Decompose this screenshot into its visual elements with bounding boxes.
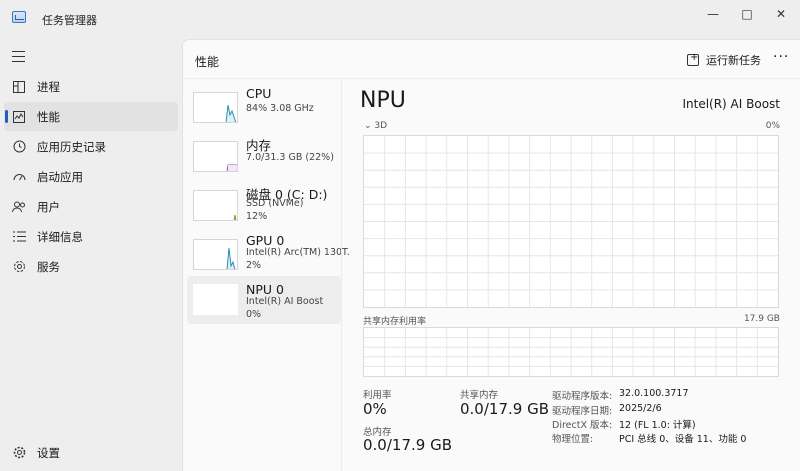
sidebar-item-app-history[interactable]: 应用历史记录 <box>4 132 178 161</box>
shared-memory-graph <box>363 327 779 377</box>
sidebar-item-label: 进程 <box>37 79 60 94</box>
details-icon <box>12 230 26 244</box>
app-title: 任务管理器 <box>42 14 97 27</box>
settings-label: 设置 <box>37 445 60 460</box>
performance-icon <box>12 110 26 124</box>
device-name: GPU 0 <box>246 233 285 248</box>
run-task-icon <box>687 52 699 66</box>
title-bar: 任务管理器 — □ ✕ <box>0 0 800 38</box>
run-new-task-button[interactable]: 运行新任务 <box>687 52 761 68</box>
performance-panel: 性能 运行新任务 ··· CPU 84% 3.08 GHz 内存 7.0/31.… <box>182 39 800 471</box>
header-divider <box>183 78 800 79</box>
cpu-thumbnail-graph <box>193 92 238 123</box>
sidebar-item-processes[interactable]: 进程 <box>4 72 178 101</box>
shared-memory-value: 0.0/17.9 GB <box>460 400 549 418</box>
minimize-button[interactable]: — <box>696 0 730 28</box>
physical-location-value: PCI 总线 0、设备 11、功能 0 <box>619 434 747 445</box>
utilization-value: 0% <box>363 400 387 418</box>
device-detail: 84% 3.08 GHz <box>246 103 314 114</box>
sidebar-item-settings[interactable]: 设置 <box>4 438 178 468</box>
hamburger-menu-icon[interactable] <box>12 51 25 62</box>
chart-max-label: 0% <box>765 121 780 131</box>
engine-selector[interactable]: ⌄ 3D <box>364 121 387 131</box>
sidebar-item-label: 服务 <box>37 259 60 274</box>
sidebar-item-performance[interactable]: 性能 <box>4 102 178 131</box>
device-item-memory[interactable]: 内存 7.0/31.3 GB (22%) <box>187 129 341 177</box>
shared-memory-chart-label: 共享内存利用率 <box>363 317 427 327</box>
sidebar-item-details[interactable]: 详细信息 <box>4 222 178 251</box>
device-name: CPU <box>246 86 272 101</box>
sidebar-item-label: 启动应用 <box>37 169 83 184</box>
sidebar-item-label: 性能 <box>37 109 60 124</box>
device-detail: Intel(R) Arc(TM) 130T. <box>246 247 350 258</box>
device-model-name: Intel(R) AI Boost <box>682 97 780 111</box>
services-icon <box>12 260 26 274</box>
startup-icon <box>12 170 26 184</box>
directx-version-key: DirectX 版本: <box>552 420 613 431</box>
device-detail: 7.0/31.3 GB (22%) <box>246 152 334 163</box>
page-title: 性能 <box>195 55 220 69</box>
gear-icon <box>12 446 26 460</box>
directx-version-value: 12 (FL 1.0: 计算) <box>619 420 696 431</box>
device-detail: Intel(R) AI Boost <box>246 296 324 307</box>
detail-divider <box>341 80 342 471</box>
device-item-npu[interactable]: NPU 0 Intel(R) AI Boost 0% <box>187 276 341 324</box>
driver-date-key: 驱动程序日期: <box>552 406 613 417</box>
run-new-task-label: 运行新任务 <box>706 54 761 67</box>
sidebar-item-users[interactable]: 用户 <box>4 192 178 221</box>
device-name: NPU 0 <box>246 282 284 297</box>
maximize-button[interactable]: □ <box>730 0 764 28</box>
device-usage: 0% <box>246 309 262 320</box>
sidebar-item-startup[interactable]: 启动应用 <box>4 162 178 191</box>
users-icon <box>12 200 26 214</box>
more-options-button[interactable]: ··· <box>773 49 789 65</box>
sidebar-item-label: 用户 <box>37 199 60 214</box>
driver-date-value: 2025/2/6 <box>619 403 662 414</box>
device-usage: 12% <box>246 211 268 222</box>
device-item-cpu[interactable]: CPU 84% 3.08 GHz <box>187 80 341 128</box>
npu-thumbnail-graph <box>193 284 238 315</box>
npu-utilization-graph <box>363 135 779 308</box>
processes-icon <box>12 80 26 94</box>
device-list: CPU 84% 3.08 GHz 内存 7.0/31.3 GB (22%) 磁盘… <box>187 80 350 325</box>
total-memory-value: 0.0/17.9 GB <box>363 436 452 454</box>
driver-version-key: 驱动程序版本: <box>552 391 613 402</box>
shared-memory-label: 共享内存 <box>460 390 499 401</box>
memory-thumbnail-graph <box>193 141 238 172</box>
gpu-thumbnail-graph <box>193 239 238 270</box>
app-history-icon <box>12 140 26 154</box>
sidebar-item-label: 详细信息 <box>37 229 83 244</box>
device-detail: SSD (NVMe) <box>246 198 304 209</box>
shared-memory-max-label: 17.9 GB <box>743 314 780 324</box>
device-item-disk[interactable]: 磁盘 0 (C: D:) SSD (NVMe) 12% <box>187 178 341 226</box>
engine-label: 3D <box>374 121 388 131</box>
sidebar-item-label: 应用历史记录 <box>37 139 106 154</box>
device-item-gpu[interactable]: GPU 0 Intel(R) Arc(TM) 130T. 2% <box>187 227 350 275</box>
sidebar-nav: 进程 性能 应用历史记录 启动应用 用户 详细信息 服务 <box>4 72 178 282</box>
physical-location-key: 物理位置: <box>552 434 594 445</box>
utilization-label: 利用率 <box>363 390 392 401</box>
sidebar-item-services[interactable]: 服务 <box>4 252 178 281</box>
close-button[interactable]: ✕ <box>764 0 798 28</box>
disk-thumbnail-graph <box>193 190 238 221</box>
device-usage: 2% <box>246 260 262 271</box>
driver-version-value: 32.0.100.3717 <box>619 388 689 399</box>
chevron-down-icon: ⌄ <box>364 121 372 131</box>
device-title: NPU <box>360 88 406 113</box>
task-manager-icon <box>12 11 26 23</box>
